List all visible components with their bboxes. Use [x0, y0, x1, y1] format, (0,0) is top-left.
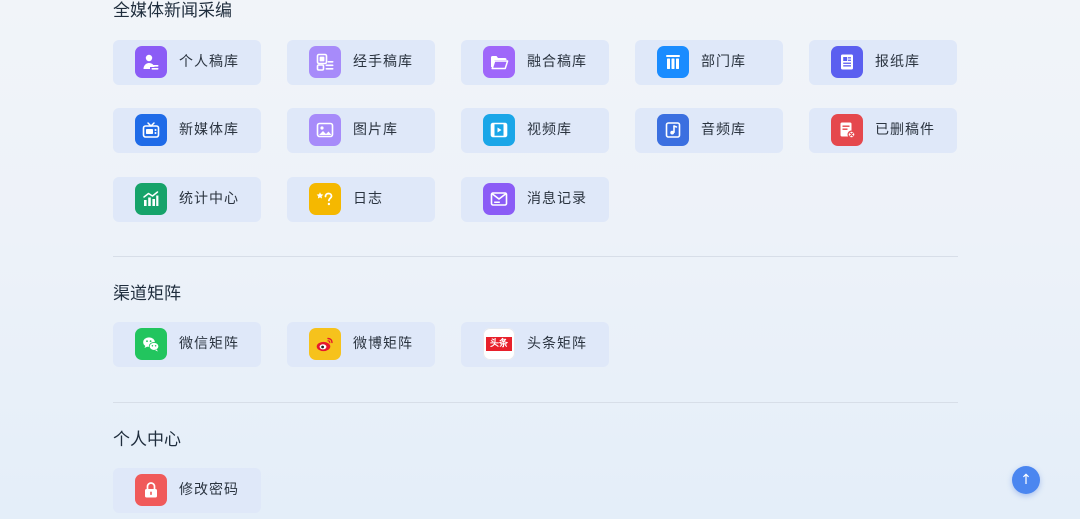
- tile-label: 微博矩阵: [353, 336, 413, 352]
- tile-label: 消息记录: [527, 191, 587, 207]
- tile-label: 融合稿库: [527, 54, 587, 70]
- tile-wechat-matrix[interactable]: 微信矩阵: [113, 322, 261, 367]
- tile-handled-drafts[interactable]: 经手稿库: [287, 40, 435, 85]
- tile-log[interactable]: 日志: [287, 177, 435, 222]
- tile-merged-drafts[interactable]: 融合稿库: [461, 40, 609, 85]
- tile-label: 音频库: [701, 122, 746, 138]
- section-divider: [113, 256, 958, 257]
- tile-deleted-drafts[interactable]: 已删稿件: [809, 108, 957, 153]
- handled-doc-icon: [309, 46, 341, 78]
- tile-label: 日志: [353, 191, 383, 207]
- tile-label: 部门库: [701, 54, 746, 70]
- tile-label: 报纸库: [875, 54, 920, 70]
- library-books-icon: [657, 46, 689, 78]
- tile-label: 头条矩阵: [527, 336, 587, 352]
- tile-label: 视频库: [527, 122, 572, 138]
- tile-label: 个人稿库: [179, 54, 239, 70]
- video-film-icon: [483, 114, 515, 146]
- tile-change-password[interactable]: 修改密码: [113, 468, 261, 513]
- tile-statistics-center[interactable]: 统计中心: [113, 177, 261, 222]
- section-divider: [113, 402, 958, 403]
- tile-newspaper-library[interactable]: 报纸库: [809, 40, 957, 85]
- section-title-media-editing: 全媒体新闻采编: [113, 1, 232, 21]
- toutiao-logo-text: 头条: [486, 337, 512, 351]
- back-to-top-button[interactable]: ↑: [1012, 466, 1040, 494]
- image-icon: [309, 114, 341, 146]
- tile-new-media-library[interactable]: 新媒体库: [113, 108, 261, 153]
- bar-chart-icon: [135, 183, 167, 215]
- deleted-doc-icon: [831, 114, 863, 146]
- wechat-icon: [135, 328, 167, 360]
- person-doc-icon: [135, 46, 167, 78]
- lock-icon: [135, 474, 167, 506]
- tile-personal-drafts[interactable]: 个人稿库: [113, 40, 261, 85]
- audio-file-icon: [657, 114, 689, 146]
- weibo-icon: [309, 328, 341, 360]
- tile-label: 修改密码: [179, 482, 239, 498]
- tile-weibo-matrix[interactable]: 微博矩阵: [287, 322, 435, 367]
- tile-label: 统计中心: [179, 191, 239, 207]
- tile-audio-library[interactable]: 音频库: [635, 108, 783, 153]
- tile-image-library[interactable]: 图片库: [287, 108, 435, 153]
- folder-open-icon: [483, 46, 515, 78]
- new-media-icon: [135, 114, 167, 146]
- log-star-icon: [309, 183, 341, 215]
- tile-label: 新媒体库: [179, 122, 239, 138]
- tile-video-library[interactable]: 视频库: [461, 108, 609, 153]
- tile-label: 已删稿件: [875, 122, 935, 138]
- section-title-channel-matrix: 渠道矩阵: [113, 284, 181, 304]
- newspaper-icon: [831, 46, 863, 78]
- tile-label: 经手稿库: [353, 54, 413, 70]
- tile-toutiao-matrix[interactable]: 头条 头条矩阵: [461, 322, 609, 367]
- tile-message-records[interactable]: 消息记录: [461, 177, 609, 222]
- tile-label: 微信矩阵: [179, 336, 239, 352]
- tile-label: 图片库: [353, 122, 398, 138]
- message-envelope-icon: [483, 183, 515, 215]
- toutiao-icon: 头条: [483, 328, 515, 360]
- tile-department-library[interactable]: 部门库: [635, 40, 783, 85]
- section-title-personal-center: 个人中心: [113, 430, 181, 450]
